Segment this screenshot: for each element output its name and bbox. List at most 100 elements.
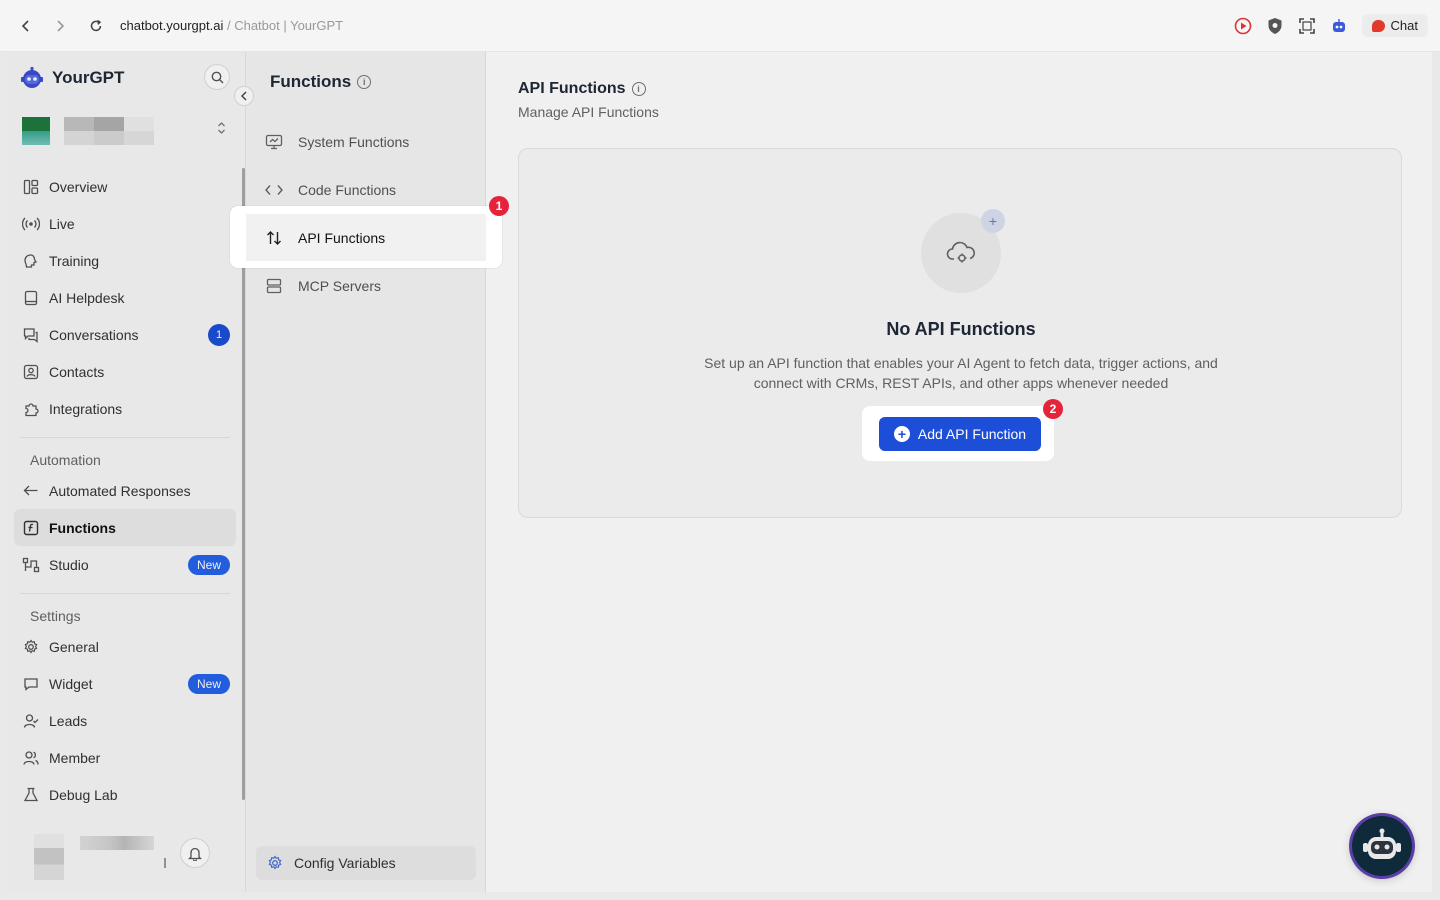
functions-item-api[interactable]: API Functions bbox=[246, 214, 486, 261]
sidebar-item-debug-lab[interactable]: Debug Lab bbox=[14, 776, 236, 813]
contact-icon bbox=[22, 363, 40, 381]
sidebar-item-label: Live bbox=[49, 215, 75, 232]
widget-icon bbox=[22, 675, 40, 693]
page-title: API Functions i bbox=[518, 80, 646, 98]
page-title-text: Chatbot | YourGPT bbox=[234, 18, 344, 33]
chat-extension-button[interactable]: Chat bbox=[1361, 14, 1428, 37]
frame-edge bbox=[0, 892, 1440, 900]
address-bar[interactable]: chatbot.yourgpt.ai / Chatbot | YourGPT bbox=[120, 18, 343, 33]
forward-icon[interactable] bbox=[50, 16, 70, 36]
frame-edge bbox=[0, 52, 8, 900]
yourgpt-logo-icon bbox=[21, 66, 43, 88]
functions-item-label: Code Functions bbox=[298, 182, 397, 198]
highlight-api-functions: API Functions bbox=[230, 206, 502, 268]
sidebar-item-studio[interactable]: Studio New bbox=[14, 546, 236, 583]
functions-item-label: MCP Servers bbox=[298, 278, 381, 294]
new-badge: New bbox=[187, 674, 230, 694]
workspace-switcher[interactable] bbox=[14, 108, 232, 154]
gear-icon bbox=[266, 854, 284, 872]
sidebar-item-functions[interactable]: Functions bbox=[14, 509, 236, 546]
info-icon[interactable]: i bbox=[357, 75, 372, 89]
sidebar-item-ai-helpdesk[interactable]: AI Helpdesk bbox=[14, 279, 236, 316]
plus-icon: + bbox=[981, 209, 1005, 233]
chevron-left-icon bbox=[241, 91, 247, 101]
back-icon[interactable] bbox=[16, 16, 36, 36]
sidebar-item-conversations[interactable]: Conversations 1 bbox=[14, 316, 236, 353]
functions-panel: Functions i System Functions Code Functi… bbox=[246, 52, 486, 892]
sidebar-item-label: Contacts bbox=[49, 363, 105, 380]
page-title-text: API Functions bbox=[518, 80, 626, 97]
workspace-avatar bbox=[22, 117, 50, 145]
url-separator: / bbox=[223, 18, 235, 33]
shield-icon[interactable] bbox=[1266, 17, 1284, 35]
code-icon bbox=[264, 180, 284, 200]
functions-item-mcp[interactable]: MCP Servers bbox=[256, 262, 486, 310]
functions-title-text: Functions bbox=[270, 72, 352, 91]
info-icon[interactable]: i bbox=[631, 82, 646, 96]
sidebar-item-member[interactable]: Member bbox=[14, 739, 236, 776]
layout-icon bbox=[22, 178, 40, 196]
add-api-function-label: Add API Function bbox=[917, 426, 1027, 442]
sidebar-item-label: Widget bbox=[49, 675, 93, 692]
robot-icon bbox=[1363, 828, 1401, 859]
sidebar-item-live[interactable]: Live bbox=[14, 205, 236, 242]
flask-icon bbox=[22, 786, 40, 804]
brand-name: YourGPT bbox=[52, 68, 125, 87]
arrows-updown-icon bbox=[264, 228, 284, 248]
sidebar-item-label: Studio bbox=[49, 556, 89, 573]
gear-icon bbox=[22, 638, 40, 656]
sidebar-item-integrations[interactable]: Integrations bbox=[14, 390, 236, 427]
brand[interactable]: YourGPT bbox=[20, 66, 124, 90]
sidebar-item-label: Member bbox=[49, 749, 101, 766]
url-text: chatbot.yourgpt.ai bbox=[120, 18, 224, 33]
sidebar-item-automated-responses[interactable]: Automated Responses bbox=[14, 472, 236, 509]
config-variables-label: Config Variables bbox=[294, 855, 396, 871]
chat-bubble-icon bbox=[1371, 19, 1385, 32]
sidebar-item-training[interactable]: Training bbox=[14, 242, 236, 279]
screenshot-icon[interactable] bbox=[1298, 17, 1316, 35]
notifications-button[interactable] bbox=[180, 838, 210, 868]
workspace-name-redacted bbox=[64, 117, 154, 145]
sidebar-item-label: Automated Responses bbox=[49, 482, 191, 499]
main-sidebar: YourGPT Overview Live Training AI Helpde… bbox=[8, 52, 254, 892]
sidebar-item-label: Training bbox=[49, 252, 100, 269]
empty-state-card: + No API Functions Set up an API functio… bbox=[518, 148, 1402, 518]
empty-state-title: No API Functions bbox=[886, 319, 1036, 339]
sidebar-item-label: General bbox=[49, 638, 99, 655]
functions-panel-title: Functions i bbox=[270, 72, 372, 92]
book-icon bbox=[22, 289, 40, 307]
chat-icon bbox=[22, 326, 40, 344]
sidebar-item-widget[interactable]: Widget New bbox=[14, 665, 236, 702]
add-api-function-button[interactable]: + Add API Function bbox=[879, 417, 1041, 451]
config-variables-button[interactable]: Config Variables bbox=[256, 846, 476, 880]
sidebar-item-label: Leads bbox=[49, 712, 88, 729]
functions-item-system[interactable]: System Functions bbox=[256, 118, 486, 166]
sidebar-item-general[interactable]: General bbox=[14, 628, 236, 665]
chatbot-launcher-button[interactable] bbox=[1352, 816, 1412, 876]
highlight-add-api-function: + Add API Function bbox=[862, 406, 1054, 461]
sidebar-item-contacts[interactable]: Contacts bbox=[14, 353, 236, 390]
collapse-sidebar-button[interactable] bbox=[234, 86, 254, 106]
reload-icon[interactable] bbox=[86, 16, 106, 36]
search-button[interactable] bbox=[204, 64, 230, 90]
record-icon[interactable] bbox=[1234, 17, 1252, 35]
sidebar-item-label: AI Helpdesk bbox=[49, 289, 125, 306]
sidebar-item-overview[interactable]: Overview bbox=[14, 168, 236, 205]
frame-edge bbox=[1432, 52, 1440, 900]
monitor-icon bbox=[264, 132, 284, 152]
reply-icon bbox=[22, 482, 40, 500]
sidebar-menu: Overview Live Training AI Helpdesk Conve… bbox=[14, 168, 236, 813]
bot-extension-icon[interactable] bbox=[1330, 17, 1348, 35]
chevron-updown-icon bbox=[217, 121, 226, 137]
functions-item-label: API Functions bbox=[298, 229, 386, 246]
sidebar-item-label: Debug Lab bbox=[49, 786, 118, 803]
step-number-badge: 2 bbox=[1043, 399, 1063, 419]
chat-label: Chat bbox=[1390, 18, 1418, 33]
sidebar-item-leads[interactable]: Leads bbox=[14, 702, 236, 739]
function-icon bbox=[22, 519, 40, 537]
studio-icon bbox=[22, 556, 40, 574]
empty-state-description: Set up an API function that enables your… bbox=[704, 355, 1218, 391]
bell-icon bbox=[188, 847, 202, 861]
sidebar-item-label: Overview bbox=[49, 178, 108, 195]
leads-icon bbox=[22, 712, 40, 730]
